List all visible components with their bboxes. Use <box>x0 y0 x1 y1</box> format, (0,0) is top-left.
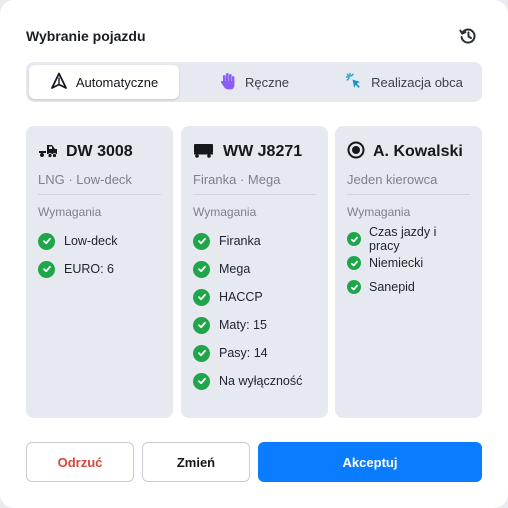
requirement-text: Sanepid <box>369 280 415 294</box>
change-button[interactable]: Zmień <box>142 442 250 482</box>
dialog-title: Wybranie pojazdu <box>26 28 146 44</box>
check-icon <box>193 316 210 334</box>
reject-button[interactable]: Odrzuć <box>26 442 134 482</box>
cursor-click-icon <box>345 72 363 93</box>
list-item: Sanepid <box>347 275 470 299</box>
driver-name: A. Kowalski <box>373 143 463 160</box>
driver-radio-icon <box>347 141 365 164</box>
requirements-list: Low-deck EURO: 6 <box>38 227 161 283</box>
requirement-text: Mega <box>219 262 251 276</box>
check-icon <box>193 372 210 390</box>
requirements-list: Czas jazdy i pracy Niemiecki Sanepid <box>347 225 470 299</box>
driver-card[interactable]: A. Kowalski Jeden kierowca Wymagania Cza… <box>335 126 482 418</box>
dialog-footer: Odrzuć Zmień Akceptuj <box>26 442 482 482</box>
list-item: HACCP <box>193 283 316 311</box>
list-item: Na wyłączność <box>193 367 316 395</box>
accept-button[interactable]: Akceptuj <box>258 442 482 482</box>
tab-automatic[interactable]: Automatyczne <box>29 65 179 99</box>
check-icon <box>38 260 55 278</box>
requirement-text: Niemiecki <box>369 256 424 270</box>
requirement-text: Firanka <box>219 234 261 248</box>
tractor-card[interactable]: DW 3008 LNG · Low-deck Wymagania Low-dec… <box>26 126 173 418</box>
check-icon <box>193 288 210 306</box>
requirement-text: Na wyłączność <box>219 374 303 388</box>
tab-external-label: Realizacja obca <box>371 74 463 90</box>
trailer-icon <box>193 142 215 163</box>
list-item: Low-deck <box>38 227 161 255</box>
hand-icon <box>219 72 237 93</box>
requirement-text: Pasy: 14 <box>219 346 268 360</box>
trailer-subtitle: Firanka · Mega <box>193 172 316 195</box>
tractor-subtitle: LNG · Low-deck <box>38 172 161 195</box>
list-item: Niemiecki <box>347 251 470 275</box>
list-item: Mega <box>193 255 316 283</box>
tab-manual-label: Ręczne <box>244 74 290 90</box>
requirements-label: Wymagania <box>347 205 411 219</box>
mode-tabs: Automatyczne Ręczne Realizacja obca <box>26 62 482 102</box>
requirements-label: Wymagania <box>38 205 102 219</box>
tractor-truck-icon <box>38 142 58 163</box>
tab-manual[interactable]: Ręczne <box>179 65 329 99</box>
history-icon[interactable] <box>458 26 478 46</box>
requirement-text: HACCP <box>219 290 263 304</box>
list-item: Pasy: 14 <box>193 339 316 367</box>
trailer-card[interactable]: WW J8271 Firanka · Mega Wymagania Firank… <box>181 126 328 418</box>
list-item: Czas jazdy i pracy <box>347 225 470 253</box>
autopilot-arrow-icon <box>50 72 68 93</box>
list-item: Firanka <box>193 227 316 255</box>
requirement-text: EURO: 6 <box>64 262 115 276</box>
list-item: Maty: 15 <box>193 311 316 339</box>
assignment-cards: DW 3008 LNG · Low-deck Wymagania Low-dec… <box>26 126 482 418</box>
trailer-plate: WW J8271 <box>223 143 303 160</box>
requirement-text: Low-deck <box>64 234 118 248</box>
check-icon <box>193 260 210 278</box>
check-icon <box>347 256 361 270</box>
check-icon <box>193 344 210 362</box>
tab-external[interactable]: Realizacja obca <box>329 65 479 99</box>
list-item: EURO: 6 <box>38 255 161 283</box>
check-icon <box>38 232 55 250</box>
requirements-list: Firanka Mega HACCP Maty: 15 Pasy: 14 Na … <box>193 227 316 395</box>
driver-subtitle: Jeden kierowca <box>347 172 470 195</box>
dialog-header: Wybranie pojazdu <box>26 24 482 50</box>
tab-automatic-label: Automatyczne <box>75 74 159 90</box>
requirement-text: Maty: 15 <box>219 318 267 332</box>
vehicle-selection-dialog: Wybranie pojazdu Automatyczne Ręczne Rea… <box>0 0 508 508</box>
requirement-text: Czas jazdy i pracy <box>369 225 437 253</box>
check-icon <box>347 280 361 294</box>
check-icon <box>347 232 361 246</box>
check-icon <box>193 232 210 250</box>
tractor-plate: DW 3008 <box>66 143 133 160</box>
requirements-label: Wymagania <box>193 205 257 219</box>
